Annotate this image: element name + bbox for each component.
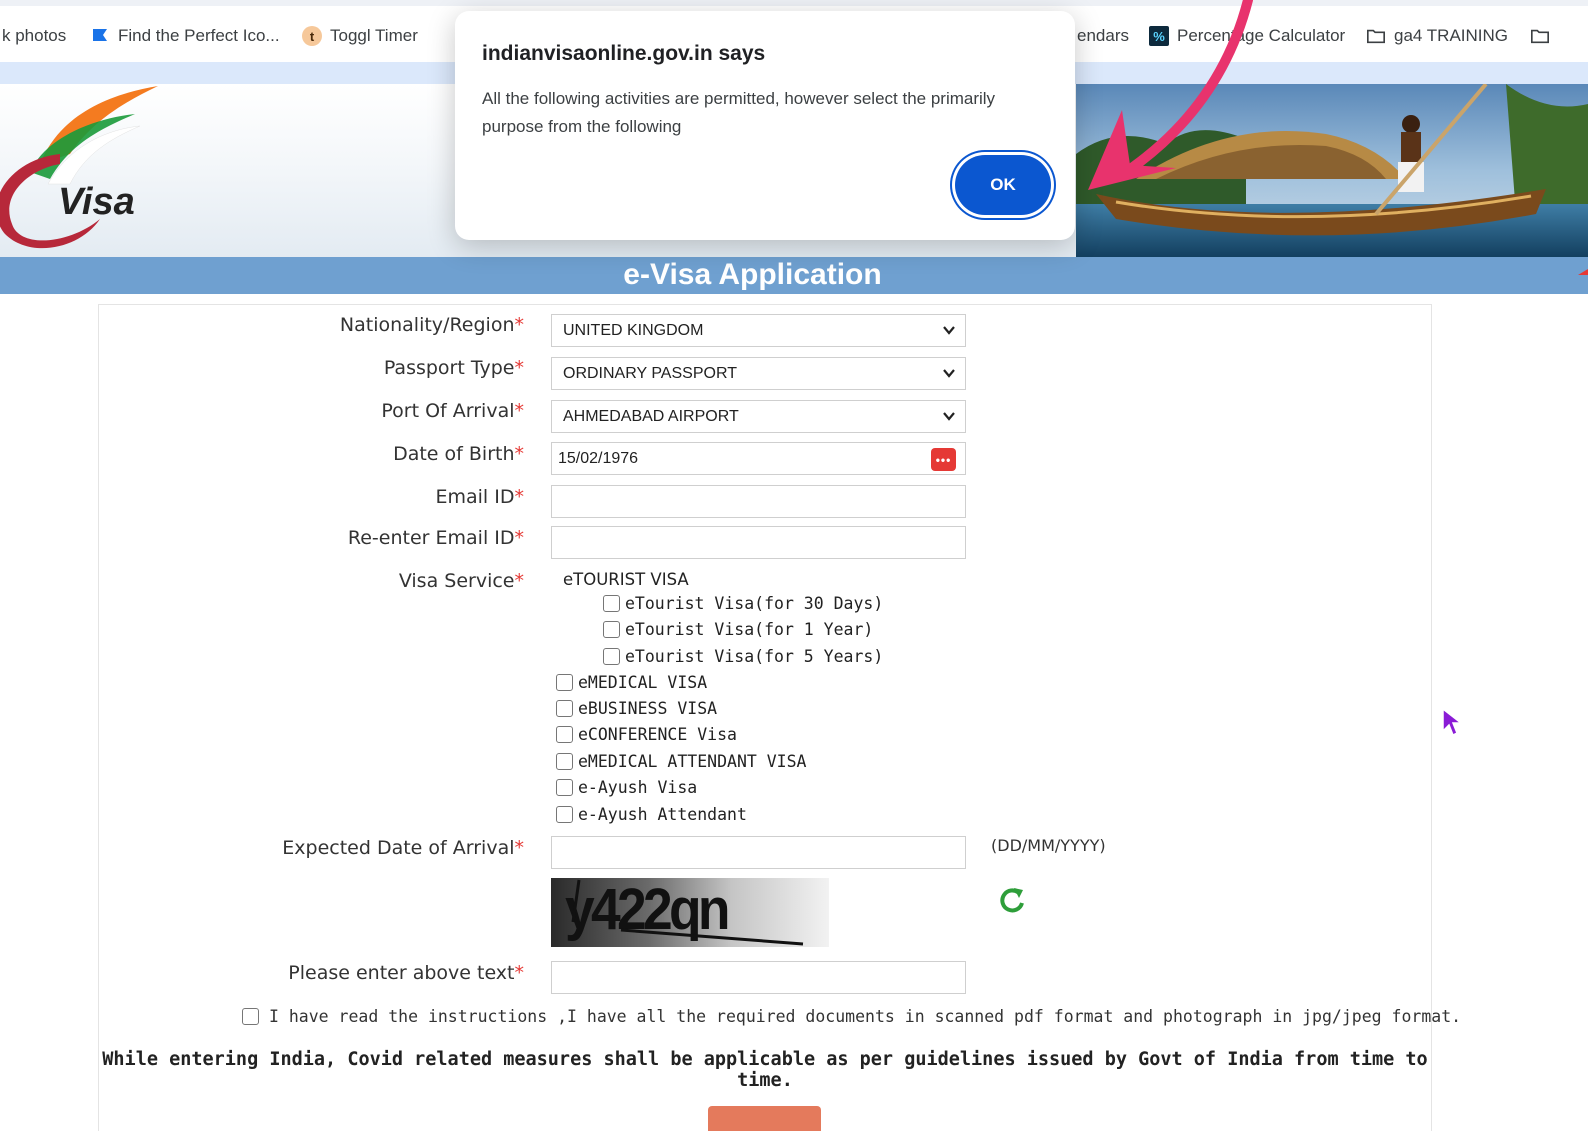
- nationality-label: Nationality/Region*: [339, 314, 524, 336]
- dialog-title: indianvisaonline.gov.in says: [482, 42, 766, 65]
- captcha-noise: [571, 879, 804, 946]
- checkbox[interactable]: [556, 806, 573, 823]
- agreement-text: I have read the instructions ,I have all…: [269, 1007, 1462, 1026]
- option-e-ayush-attendant[interactable]: e-Ayush Attendant: [556, 805, 747, 824]
- option-emedical-attendant-visa[interactable]: eMEDICAL ATTENDANT VISA: [556, 752, 806, 771]
- date-format-hint: (DD/MM/YYYY): [991, 836, 1106, 855]
- checkbox[interactable]: [603, 621, 620, 638]
- option-label: e-Ayush Attendant: [578, 805, 747, 824]
- evisa-logo: Visa: [0, 86, 158, 249]
- bookmark-find-icons[interactable]: Find the Perfect Ico...: [90, 26, 280, 46]
- date-of-birth-value: 15/02/1976: [558, 449, 639, 467]
- page-title: e-Visa Application: [623, 258, 882, 291]
- option-label: e-Ayush Visa: [578, 778, 698, 797]
- agreement-checkbox[interactable]: [242, 1008, 259, 1025]
- bookmark-label: endars: [1077, 26, 1129, 45]
- port-of-arrival-label: Port Of Arrival*: [381, 400, 524, 422]
- page-title-band: e-Visa Application: [0, 257, 1588, 294]
- covid-notice: While entering India, Covid related meas…: [102, 1049, 1428, 1091]
- reenter-email-label: Re-enter Email ID*: [347, 527, 524, 549]
- checkbox[interactable]: [556, 753, 573, 770]
- submit-button[interactable]: [708, 1106, 821, 1131]
- chevron-down-icon: [943, 369, 955, 378]
- port-of-arrival-value: AHMEDABAD AIRPORT: [563, 407, 739, 425]
- bookmark-label: Percentage Calculator: [1177, 26, 1346, 45]
- bookmark-calendars[interactable]: endars: [1077, 26, 1129, 46]
- checkbox[interactable]: [603, 595, 620, 612]
- bookmark-percentage[interactable]: % Percentage Calculator: [1149, 26, 1345, 46]
- option-e-ayush-visa[interactable]: e-Ayush Visa: [556, 778, 697, 797]
- bookmark-folder-more[interactable]: [1530, 26, 1550, 46]
- option-etourist-30-days[interactable]: eTourist Visa(for 30 Days): [603, 594, 883, 613]
- logo-text: Visa: [58, 181, 135, 223]
- folder-icon: [1530, 26, 1550, 46]
- chevron-down-icon: [943, 412, 955, 421]
- bookmark-toggl[interactable]: t Toggl Timer: [302, 26, 418, 46]
- agreement-checkbox-row[interactable]: I have read the instructions ,I have all…: [242, 1007, 1461, 1026]
- option-label: eBUSINESS VISA: [578, 699, 718, 718]
- date-of-birth-label: Date of Birth*: [393, 443, 524, 465]
- nationality-select[interactable]: UNITED KINGDOM: [551, 314, 966, 347]
- flag-icon: [90, 26, 110, 46]
- option-ebusiness-visa[interactable]: eBUSINESS VISA: [556, 699, 717, 718]
- option-label: eMEDICAL ATTENDANT VISA: [578, 752, 807, 771]
- expected-arrival-label: Expected Date of Arrival*: [282, 837, 524, 859]
- bookmark-ga4[interactable]: ga4 TRAINING: [1366, 26, 1508, 46]
- date-of-birth-input[interactable]: 15/02/1976 •••: [551, 442, 966, 475]
- home-icon[interactable]: [1574, 265, 1588, 285]
- folder-icon: [1366, 26, 1386, 46]
- expected-arrival-input[interactable]: [551, 836, 966, 869]
- option-etourist-5-years[interactable]: eTourist Visa(for 5 Years): [603, 647, 883, 666]
- checkbox[interactable]: [556, 700, 573, 717]
- alert-dialog: indianvisaonline.gov.in says All the fol…: [455, 11, 1075, 240]
- bookmark-label: ga4 TRAINING: [1394, 26, 1509, 45]
- passport-type-label: Passport Type*: [383, 357, 524, 379]
- bookmark-photos[interactable]: k photos: [2, 26, 66, 46]
- chevron-down-icon: [943, 326, 955, 335]
- captcha-input-label: Please enter above text*: [288, 962, 524, 984]
- toggl-icon: t: [302, 26, 322, 46]
- calendar-picker-icon[interactable]: •••: [931, 448, 956, 471]
- option-econference-visa[interactable]: eCONFERENCE Visa: [556, 725, 737, 744]
- option-label: eTourist Visa(for 1 Year): [625, 620, 874, 639]
- mouse-cursor-icon: [1442, 707, 1463, 737]
- option-label: eTourist Visa(for 5 Years): [625, 647, 884, 666]
- email-label: Email ID*: [435, 486, 525, 508]
- etourist-group-label: eTOURIST VISA: [563, 570, 689, 589]
- kerala-boat-photo: [1076, 84, 1588, 258]
- passport-type-value: ORDINARY PASSPORT: [563, 364, 737, 382]
- captcha-image: y422qn: [551, 878, 829, 947]
- captcha-input[interactable]: [551, 961, 966, 994]
- checkbox[interactable]: [603, 648, 620, 665]
- bookmark-label: k photos: [2, 26, 67, 45]
- option-emedical-visa[interactable]: eMEDICAL VISA: [556, 673, 707, 692]
- dialog-message: All the following activities are permitt…: [482, 89, 996, 136]
- checkbox[interactable]: [556, 779, 573, 796]
- refresh-captcha-icon[interactable]: [997, 884, 1027, 916]
- nationality-value: UNITED KINGDOM: [563, 321, 704, 339]
- port-of-arrival-select[interactable]: AHMEDABAD AIRPORT: [551, 400, 966, 433]
- option-etourist-1-year[interactable]: eTourist Visa(for 1 Year): [603, 620, 873, 639]
- bookmark-label: Toggl Timer: [330, 26, 418, 45]
- email-field[interactable]: [551, 485, 966, 518]
- option-label: eTourist Visa(for 30 Days): [625, 594, 884, 613]
- bookmark-label: Find the Perfect Ico...: [118, 26, 280, 45]
- visa-service-label: Visa Service*: [398, 570, 524, 592]
- option-label: eMEDICAL VISA: [578, 673, 708, 692]
- reenter-email-field[interactable]: [551, 526, 966, 559]
- passport-type-select[interactable]: ORDINARY PASSPORT: [551, 357, 966, 390]
- checkbox[interactable]: [556, 674, 573, 691]
- checkbox[interactable]: [556, 726, 573, 743]
- percent-icon: %: [1149, 26, 1169, 46]
- option-label: eCONFERENCE Visa: [578, 725, 737, 744]
- dialog-ok-button[interactable]: OK: [955, 155, 1051, 215]
